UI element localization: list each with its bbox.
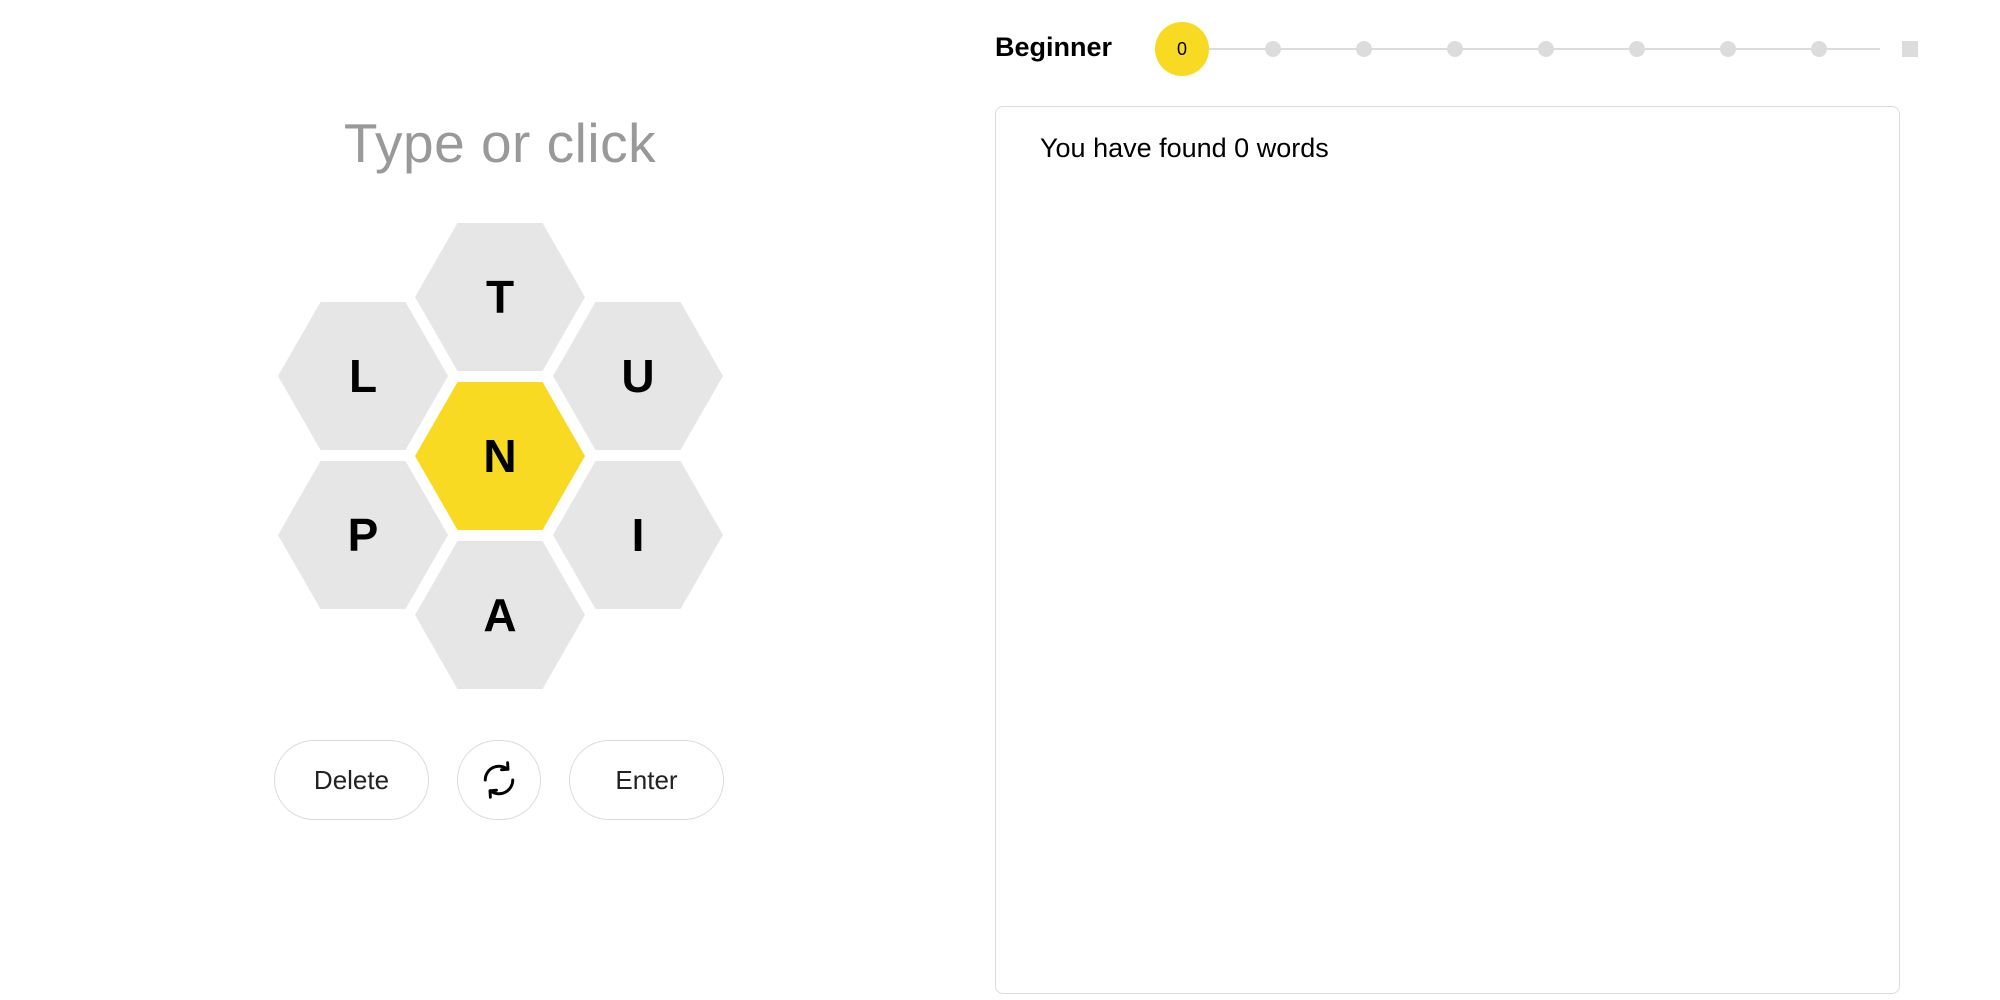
hive-cell-upper-right[interactable]: U [553, 302, 723, 450]
hive-letter: P [347, 509, 379, 561]
hive-cell-top[interactable]: T [415, 223, 585, 371]
progress-step-marker [1629, 41, 1645, 57]
shuffle-icon [483, 761, 515, 799]
word-input-placeholder[interactable]: Type or click [0, 108, 1000, 178]
found-words-panel: You have found 0 words [995, 106, 1900, 994]
hive-controls: Delete Enter [274, 740, 726, 824]
progress-bar[interactable]: Beginner 0 [995, 20, 1918, 78]
progress-step-marker [1356, 41, 1372, 57]
score-bubble: 0 [1155, 22, 1209, 76]
hive-letter: U [621, 350, 655, 402]
hive-cell-upper-left[interactable]: L [278, 302, 448, 450]
shuffle-button[interactable] [457, 740, 541, 820]
hive-cell-lower-left[interactable]: P [278, 461, 448, 609]
progress-step-marker [1447, 41, 1463, 57]
delete-button[interactable]: Delete [274, 740, 429, 820]
found-words-summary: You have found 0 words [1040, 133, 1329, 163]
progress-line [1155, 48, 1880, 50]
hive-letter: I [631, 509, 645, 561]
hive-letter: T [485, 271, 515, 323]
rank-label: Beginner [995, 32, 1113, 62]
progress-step-marker [1538, 41, 1554, 57]
letter-hive: T L U N P I A [278, 223, 723, 691]
hive-cell-bottom[interactable]: A [415, 541, 585, 689]
progress-final-marker [1902, 41, 1918, 57]
hive-letter: A [483, 589, 517, 641]
progress-step-marker [1811, 41, 1827, 57]
hive-letter: L [348, 350, 378, 402]
progress-step-marker [1720, 41, 1736, 57]
spelling-bee-page: Type or click T L U N P I A Delete Enter… [0, 0, 2000, 1000]
enter-button[interactable]: Enter [569, 740, 724, 820]
hive-center-letter: N [483, 430, 517, 482]
progress-step-marker [1265, 41, 1281, 57]
progress-track: 0 [1155, 20, 1918, 78]
hive-cell-lower-right[interactable]: I [553, 461, 723, 609]
hive-cell-center[interactable]: N [415, 382, 585, 530]
